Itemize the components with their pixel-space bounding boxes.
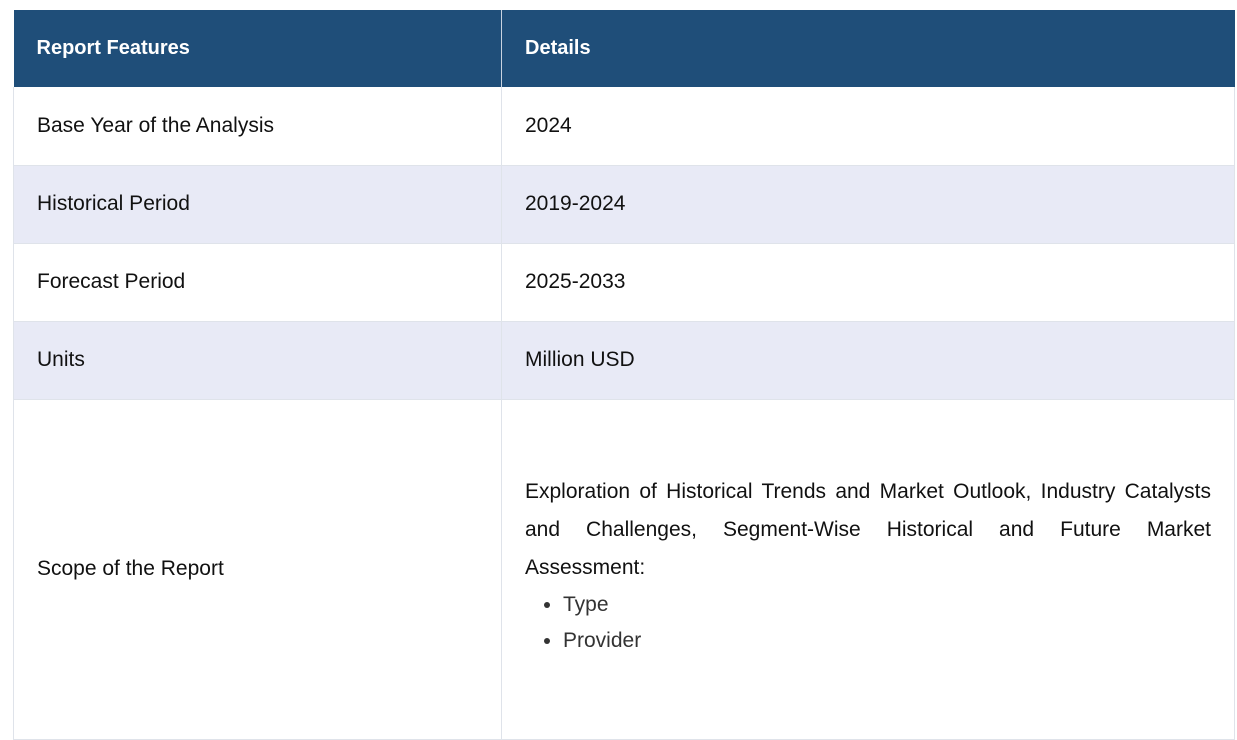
table-row-scope: Scope of the Report Exploration of Histo… [13, 399, 1235, 740]
header-details: Details [501, 10, 1235, 87]
table-row: Units Million USD [13, 321, 1235, 400]
row-feature-cell: Base Year of the Analysis [13, 87, 502, 166]
list-item: Type [563, 587, 1211, 623]
scope-segment-list: Type Provider [525, 587, 1211, 659]
header-report-features: Report Features [13, 10, 502, 87]
table-row: Forecast Period 2025-2033 [13, 243, 1235, 322]
row-feature-cell: Units [13, 321, 502, 400]
row-detail-cell: Million USD [501, 321, 1235, 400]
list-item: Provider [563, 623, 1211, 659]
row-feature-cell: Forecast Period [13, 243, 502, 322]
row-detail-cell: 2025-2033 [501, 243, 1235, 322]
table-header-row: Report Features Details [13, 10, 1235, 87]
row-detail-cell: 2019-2024 [501, 165, 1235, 244]
scope-detail-cell: Exploration of Historical Trends and Mar… [501, 399, 1235, 740]
row-feature-cell: Historical Period [13, 165, 502, 244]
report-table-container: Report Features Details Base Year of the… [13, 10, 1235, 740]
report-features-table: Report Features Details Base Year of the… [13, 10, 1235, 740]
scope-feature-cell: Scope of the Report [13, 399, 502, 740]
row-detail-cell: 2024 [501, 87, 1235, 166]
table-row: Historical Period 2019-2024 [13, 165, 1235, 244]
table-row: Base Year of the Analysis 2024 [13, 87, 1235, 166]
scope-description: Exploration of Historical Trends and Mar… [525, 480, 1211, 579]
